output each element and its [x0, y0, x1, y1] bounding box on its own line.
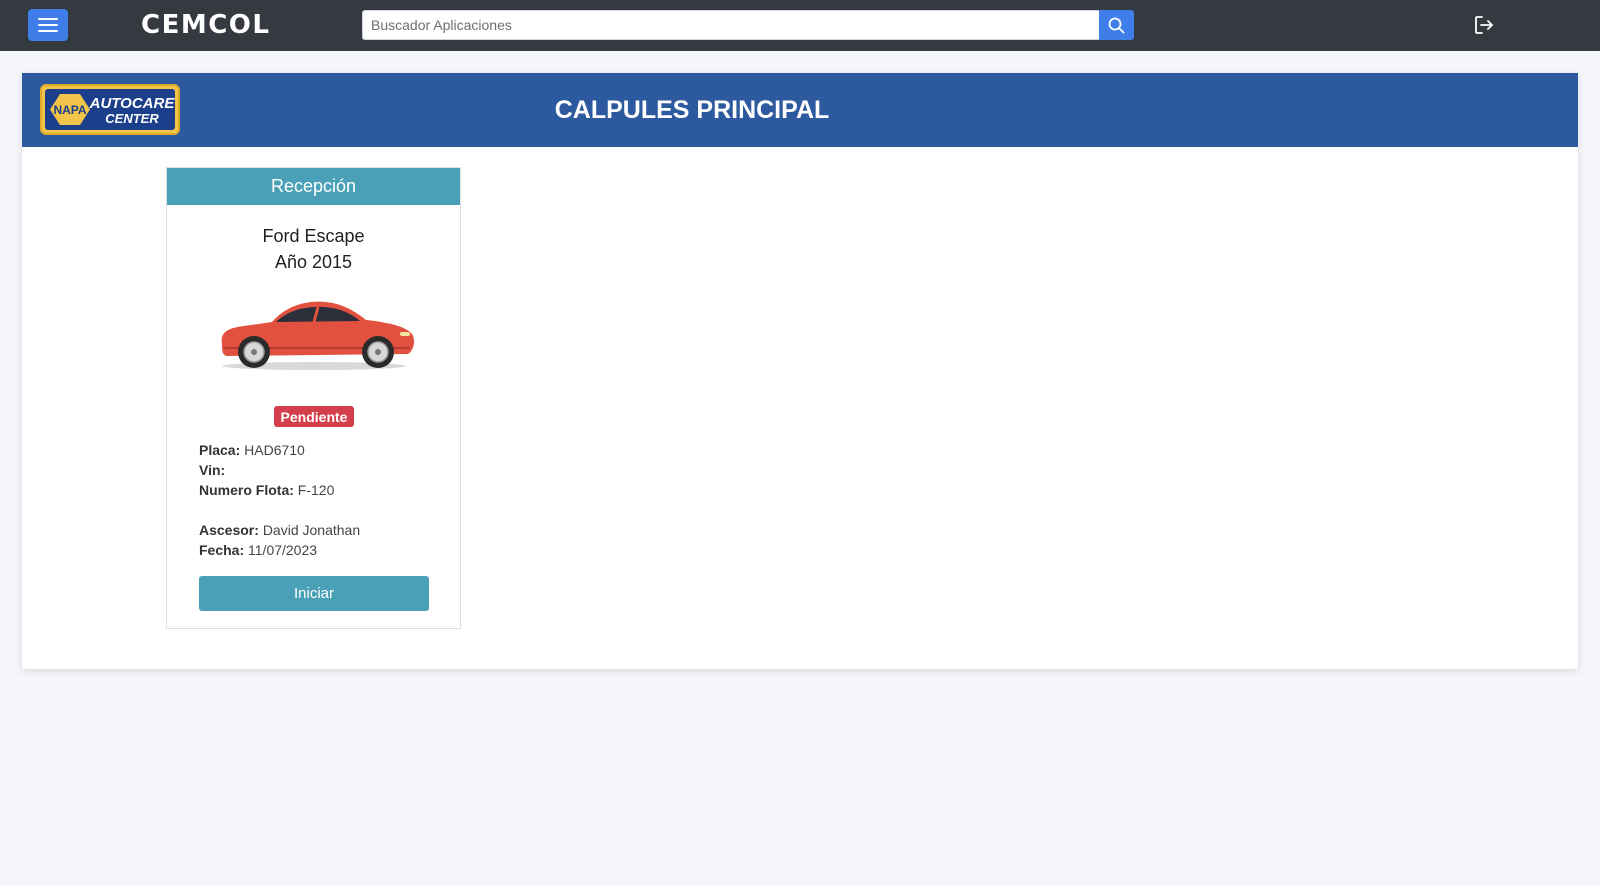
flota-row: Numero Flota: F-120 — [199, 480, 334, 500]
svg-text:AUTOCARE: AUTOCARE — [89, 95, 176, 112]
logout-icon — [1475, 16, 1493, 34]
placa-row: Placa: HAD6710 — [199, 440, 334, 460]
flota-value: F-120 — [297, 482, 335, 498]
ascesor-label: Ascesor: — [199, 522, 259, 538]
fecha-row: Fecha: 11/07/2023 — [199, 540, 360, 560]
top-navbar: CEMCOL — [0, 0, 1600, 51]
napa-autocare-logo: NAPA AUTOCARE CENTER — [40, 84, 180, 135]
flota-label: Numero Flota: — [199, 482, 294, 498]
placa-value: HAD6710 — [244, 442, 305, 458]
vehicle-title: Ford Escape Año 2015 — [167, 223, 460, 275]
main-panel: NAPA AUTOCARE CENTER CALPULES PRINCIPAL … — [22, 73, 1578, 669]
vin-label: Vin: — [199, 462, 226, 478]
search-bar — [362, 10, 1134, 40]
ascesor-value: David Jonathan — [262, 522, 361, 538]
search-button[interactable] — [1099, 10, 1134, 40]
vehicle-model: Ford Escape — [262, 226, 365, 246]
vin-row: Vin: — [199, 460, 334, 480]
hamburger-menu-icon — [38, 18, 58, 32]
brand-logo[interactable]: CEMCOL — [141, 8, 270, 42]
vehicle-info: Placa: HAD6710 Vin: Numero Flota: F-120 — [199, 440, 334, 500]
ascesor-row: Ascesor: David Jonathan — [199, 520, 360, 540]
fecha-value: 11/07/2023 — [248, 542, 318, 558]
menu-button[interactable] — [28, 9, 68, 41]
card-header: Recepción — [167, 168, 460, 205]
service-info: Ascesor: David Jonathan Fecha: 11/07/202… — [199, 520, 360, 560]
svg-text:NAPA: NAPA — [53, 103, 86, 117]
vehicle-card: Recepción Ford Escape Año 2015 Pendiente… — [166, 167, 461, 629]
vehicle-year: Año 2015 — [274, 252, 353, 272]
start-button[interactable]: Iniciar — [199, 576, 429, 611]
placa-label: Placa: — [199, 442, 241, 458]
panel-header: NAPA AUTOCARE CENTER CALPULES PRINCIPAL — [22, 73, 1578, 147]
page-title: CALPULES PRINCIPAL — [554, 95, 830, 124]
logout-button[interactable] — [1472, 13, 1496, 37]
status-badge: Pendiente — [274, 406, 354, 427]
search-input[interactable] — [362, 10, 1099, 40]
svg-text:CENTER: CENTER — [105, 111, 159, 126]
car-image — [221, 301, 415, 370]
fecha-label: Fecha: — [199, 542, 245, 558]
search-icon — [1108, 17, 1125, 33]
